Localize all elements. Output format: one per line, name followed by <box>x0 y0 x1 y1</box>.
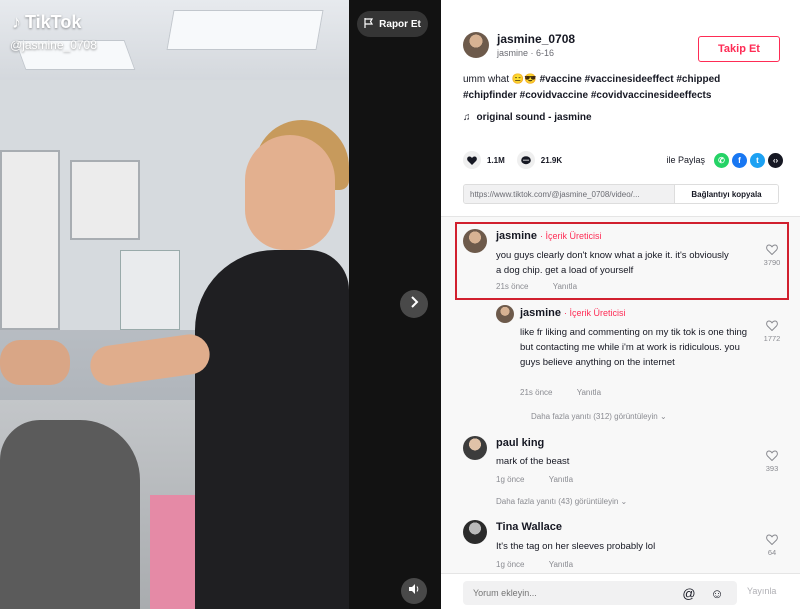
tiktok-brand-text: TikTok <box>25 12 82 32</box>
music-title: original sound - jasmine <box>476 112 592 123</box>
whatsapp-icon[interactable]: ✆ <box>714 152 729 168</box>
facebook-icon[interactable]: f <box>732 152 747 168</box>
speaker-icon <box>408 582 420 600</box>
author-subtitle: jasmine · 6-16 <box>497 48 555 58</box>
patient-leg <box>0 420 140 609</box>
like-count: 1.1M <box>487 155 505 165</box>
video-handle: @jasmine_0708 <box>10 38 97 52</box>
comment-text: like fr liking and commenting on my tik … <box>520 327 748 368</box>
mention-icon[interactable]: @ <box>681 585 697 601</box>
creator-badge: · İçerik Üreticisi <box>564 308 626 318</box>
next-video-button[interactable] <box>400 290 428 318</box>
comment-bubble-icon[interactable] <box>516 151 535 169</box>
comment-like[interactable]: 1772 <box>759 320 785 343</box>
caption-text: umm what 😑😎 <box>463 74 537 85</box>
heart-outline-icon <box>766 450 778 461</box>
embed-icon[interactable]: ‹› <box>768 152 783 168</box>
comment-stat[interactable]: 21.9K <box>516 151 563 169</box>
side-panel: jasmine_0708 jasmine · 6-16 Takip Et umm… <box>441 0 800 609</box>
copy-link-button[interactable]: Bağlantıyı kopyala <box>674 185 778 203</box>
medical-machine <box>120 250 180 330</box>
comment-like[interactable]: 64 <box>759 534 785 557</box>
comment-time: 1g önce <box>496 475 525 484</box>
commenter-name[interactable]: jasmine · İçerik Üreticisi <box>520 307 626 319</box>
music-note-icon: ♫ <box>463 112 471 123</box>
commenter-avatar[interactable] <box>463 436 487 460</box>
share-label: ile Paylaş <box>666 155 705 165</box>
cabinet <box>70 160 140 240</box>
comments-list[interactable]: jasmine · İçerik Üreticisi you guys clea… <box>441 217 800 573</box>
comment-text: It's the tag on her sleeves probably lol <box>496 541 656 552</box>
video-frame[interactable]: ♪ TikTok @jasmine_0708 <box>0 0 349 609</box>
reply-button[interactable]: Yanıtla <box>549 475 573 484</box>
person-body <box>195 250 349 609</box>
report-label: Rapor Et <box>379 18 421 30</box>
author-avatar[interactable] <box>463 32 489 58</box>
patient-hand <box>0 340 70 385</box>
video-player[interactable]: ♪ TikTok @jasmine_0708 Rapor Et <box>0 0 441 609</box>
author-info[interactable]: jasmine_0708 jasmine · 6-16 <box>463 32 575 58</box>
comment-like-count: 1772 <box>763 334 781 343</box>
heart-outline-icon <box>766 534 778 545</box>
commenter-name[interactable]: Tina Wallace <box>496 521 562 533</box>
tiktok-logo[interactable]: ♪ TikTok <box>12 12 81 33</box>
follow-button[interactable]: Takip Et <box>698 36 780 62</box>
reply-button[interactable]: Yanıtla <box>577 388 601 397</box>
ceiling-light <box>166 10 324 50</box>
tiktok-note-icon: ♪ <box>12 12 21 32</box>
view-more-replies[interactable]: Daha fazla yanıtı (43) görüntüleyin ⌄ <box>496 497 627 506</box>
heart-outline-icon <box>766 320 778 331</box>
heart-outline-icon <box>766 244 778 255</box>
comment-text: mark of the beast <box>496 456 570 467</box>
creator-badge: · İçerik Üreticisi <box>540 231 602 241</box>
comment-like[interactable]: 393 <box>759 450 785 473</box>
comment-like-count: 3790 <box>763 258 781 267</box>
video-url[interactable]: https://www.tiktok.com/@jasmine_0708/vid… <box>464 185 674 203</box>
commenter-avatar[interactable] <box>463 229 487 253</box>
comment-meta: 1g önce Yanıtla <box>496 475 573 484</box>
commenter-name[interactable]: jasmine · İçerik Üreticisi <box>496 230 602 242</box>
chevron-right-icon <box>409 295 419 313</box>
person-head <box>245 135 335 250</box>
person-arm <box>87 331 213 389</box>
chevron-down-icon: ⌄ <box>659 412 667 421</box>
commenter-name[interactable]: paul king <box>496 437 544 449</box>
view-more-replies[interactable]: Daha fazla yanıtı (312) görüntüleyin ⌄ <box>531 412 667 421</box>
comment-time: 1g önce <box>496 560 525 569</box>
comment-like[interactable]: 3790 <box>759 244 785 267</box>
comment-meta: 1g önce Yanıtla <box>496 560 573 569</box>
comment-like-count: 393 <box>765 464 779 473</box>
comment-meta: 21s önce Yanıtla <box>520 388 601 397</box>
comment-count: 21.9K <box>540 155 563 165</box>
like-stat[interactable]: 1.1M <box>463 151 505 169</box>
author-name[interactable]: jasmine_0708 <box>497 32 575 46</box>
comment-time: 21s önce <box>520 388 553 397</box>
link-copy-box: https://www.tiktok.com/@jasmine_0708/vid… <box>463 184 779 204</box>
comment-meta: 21s önce Yanıtla <box>496 282 577 291</box>
flag-icon <box>364 17 374 31</box>
reply-button[interactable]: Yanıtla <box>553 282 577 291</box>
cabinet <box>0 150 60 330</box>
twitter-icon[interactable]: t <box>750 152 765 168</box>
comment-time: 21s önce <box>496 282 529 291</box>
report-button[interactable]: Rapor Et <box>357 11 428 37</box>
chevron-down-icon: ⌄ <box>620 497 628 506</box>
reply-button[interactable]: Yanıtla <box>549 560 573 569</box>
sound-toggle-button[interactable] <box>401 578 427 604</box>
comment-bar: @ ☺ Yayınla <box>441 573 800 609</box>
commenter-avatar[interactable] <box>463 520 487 544</box>
comment-text: you guys clearly don't know what a joke … <box>496 250 729 276</box>
music-link[interactable]: ♫ original sound - jasmine <box>463 112 592 123</box>
emoji-icon[interactable]: ☺ <box>709 585 725 601</box>
comment-like-count: 64 <box>767 548 777 557</box>
heart-icon[interactable] <box>463 151 481 169</box>
stats-row: 1.1M 21.9K ile Paylaş ✆ f t ‹› <box>463 150 783 170</box>
video-caption: umm what 😑😎 #vaccine #vaccinesideeffect … <box>463 72 763 104</box>
post-comment-button[interactable]: Yayınla <box>747 586 776 596</box>
commenter-avatar[interactable] <box>496 305 514 323</box>
